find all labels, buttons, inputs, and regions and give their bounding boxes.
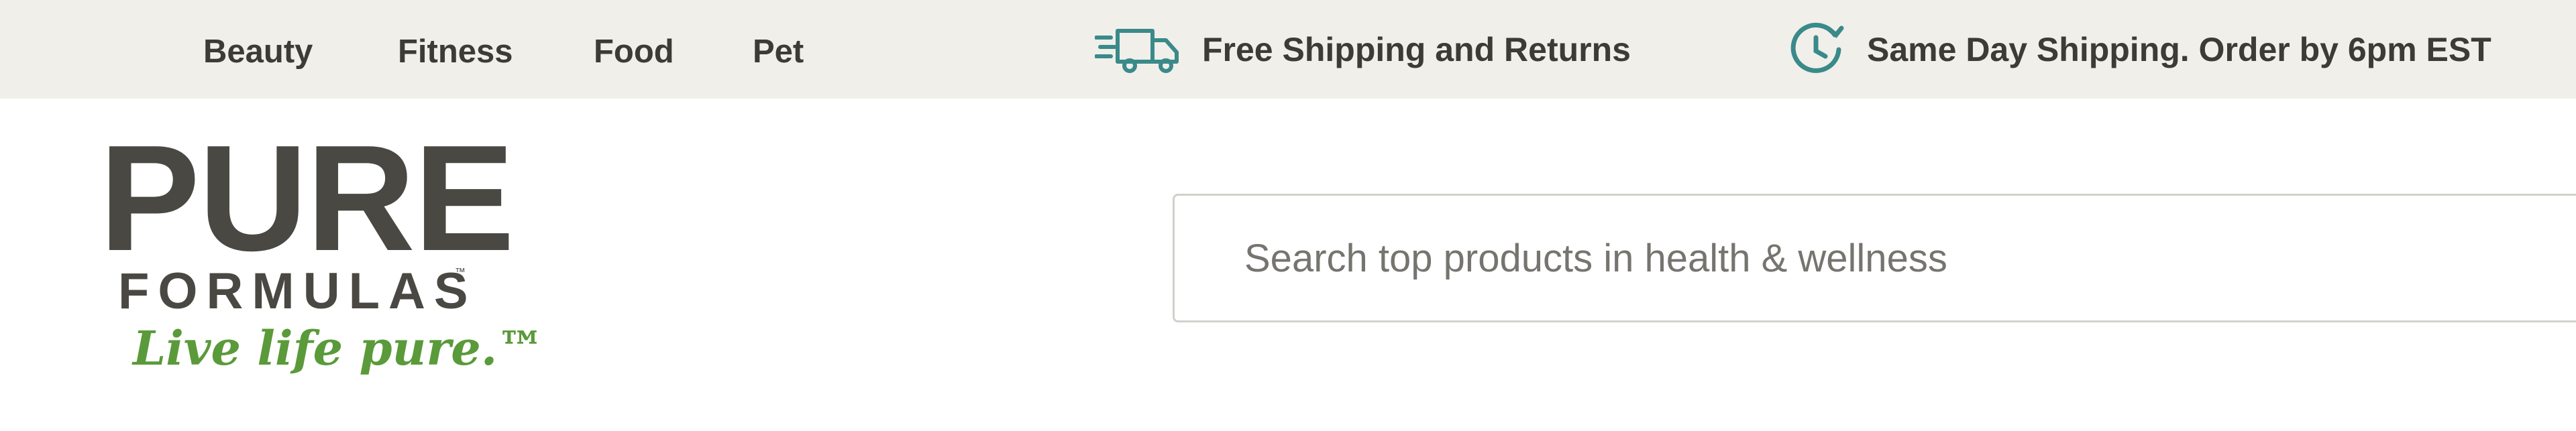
logo-tagline: Live life pure.™ bbox=[133, 320, 545, 376]
top-utility-bar: Beauty Fitness Food Pet Free Shipping an… bbox=[0, 0, 2576, 99]
clock-icon bbox=[1788, 21, 1844, 78]
search-input[interactable] bbox=[1244, 196, 2519, 320]
nav-link-fitness[interactable]: Fitness bbox=[398, 0, 513, 99]
nav-link-food[interactable]: Food bbox=[594, 0, 674, 99]
logo-trademark: ™ bbox=[455, 267, 466, 278]
nav-link-beauty[interactable]: Beauty bbox=[203, 0, 313, 99]
nav-link-pet[interactable]: Pet bbox=[753, 0, 804, 99]
same-day-shipping-promo: Same Day Shipping. Order by 6pm EST bbox=[1788, 0, 2491, 99]
free-shipping-text: Free Shipping and Returns bbox=[1202, 30, 1631, 68]
search-bar bbox=[1173, 194, 2576, 322]
logo-wordmark-pure: PURE bbox=[99, 113, 515, 282]
logo-wordmark-formulas: FORMULAS bbox=[118, 263, 477, 320]
same-day-shipping-text: Same Day Shipping. Order by 6pm EST bbox=[1867, 30, 2491, 68]
delivery-truck-icon bbox=[1095, 25, 1182, 74]
free-shipping-promo: Free Shipping and Returns bbox=[1095, 0, 1631, 99]
pure-formulas-logo[interactable]: PURE FORMULAS ™ Live life pure.™ bbox=[99, 123, 544, 382]
